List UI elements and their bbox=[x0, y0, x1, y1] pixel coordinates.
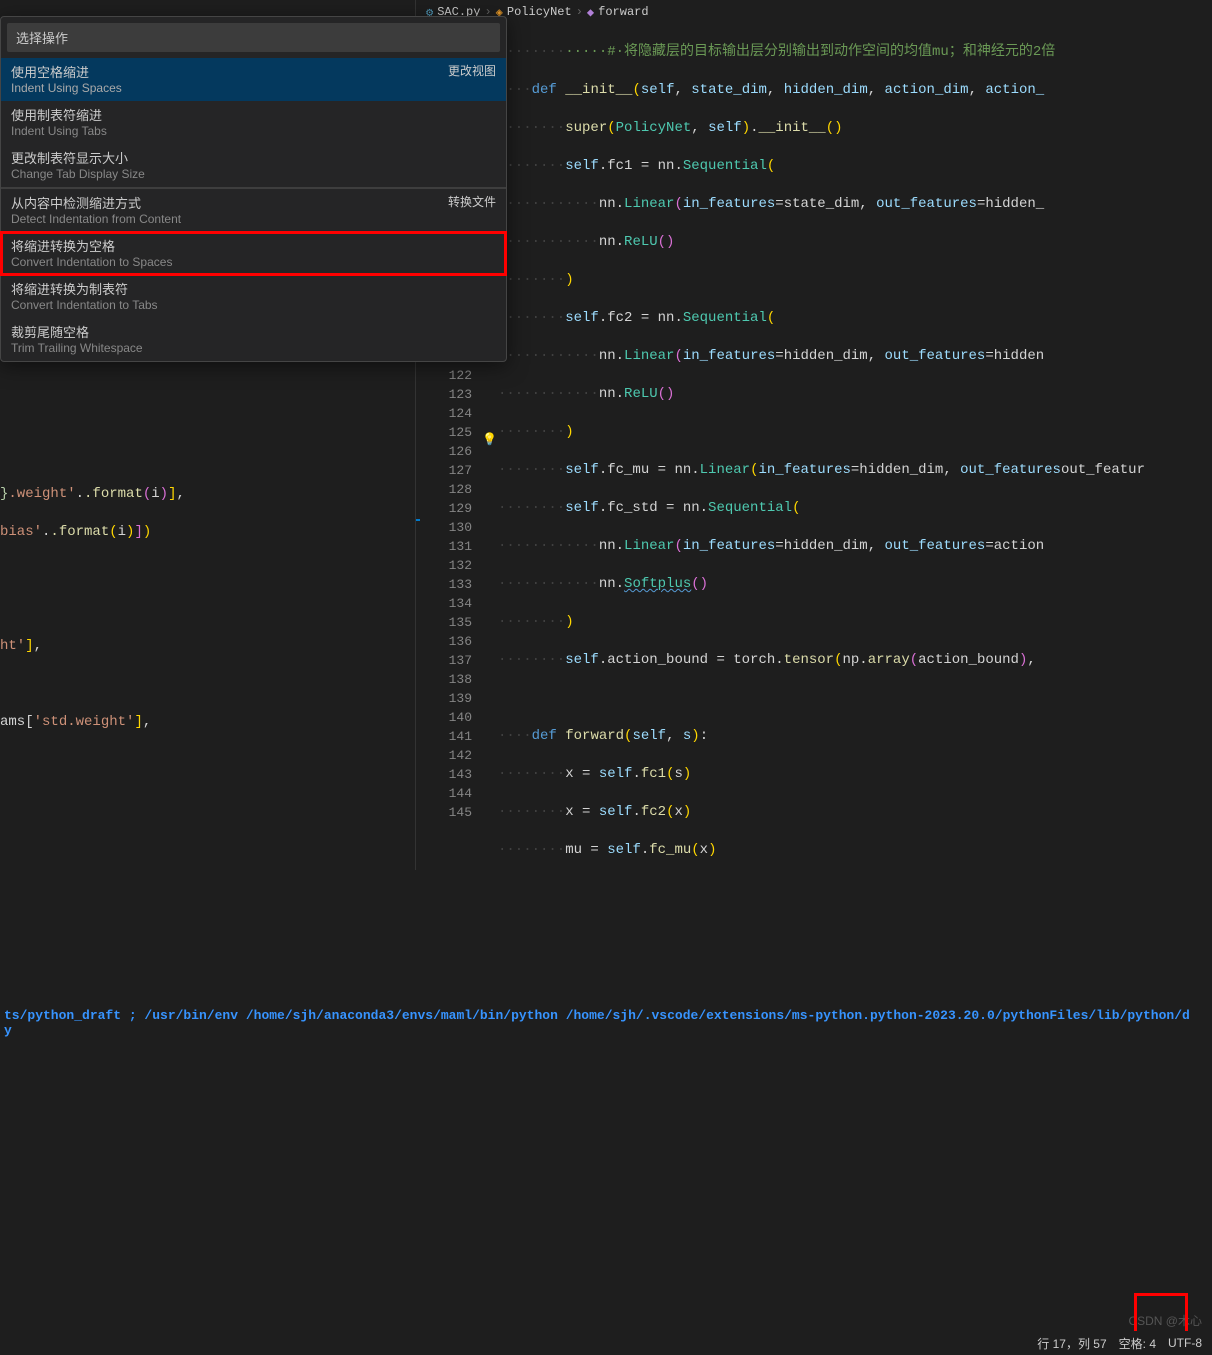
lightbulb-icon[interactable]: 💡 bbox=[482, 432, 497, 447]
line-number: 145 bbox=[416, 803, 472, 822]
method-icon: ◆ bbox=[587, 5, 594, 20]
terminal-panel[interactable]: ts/python_draft ; /usr/bin/env /home/sjh… bbox=[0, 1000, 1212, 1160]
line-number: 136 bbox=[416, 632, 472, 651]
line-number: 129 bbox=[416, 499, 472, 518]
status-indent[interactable]: 空格: 4 bbox=[1119, 1335, 1156, 1352]
code-area[interactable]: ·············#·将隐藏层的目标输出层分别输出到动作空间的均值mu；… bbox=[498, 24, 1212, 870]
status-cursor-pos[interactable]: 行 17，列 57 bbox=[1037, 1335, 1106, 1352]
chevron-right-icon: › bbox=[576, 5, 583, 19]
status-encoding[interactable]: UTF-8 bbox=[1168, 1336, 1202, 1350]
line-number: 137 bbox=[416, 651, 472, 670]
palette-item-2[interactable]: 更改制表符显示大小Change Tab Display Size bbox=[1, 144, 506, 187]
line-number: 133 bbox=[416, 575, 472, 594]
breadcrumb-method[interactable]: forward bbox=[598, 5, 648, 19]
command-palette: 选择操作 使用空格缩进更改视图Indent Using Spaces使用制表符缩… bbox=[0, 16, 507, 362]
palette-item-3[interactable]: 从内容中检测缩进方式转换文件Detect Indentation from Co… bbox=[1, 189, 506, 232]
line-number: 144 bbox=[416, 784, 472, 803]
line-number: 122 bbox=[416, 366, 472, 385]
right-editor: ⚙ SAC.py › ◈ PolicyNet › ◆ forward 11611… bbox=[415, 0, 1212, 870]
line-number: 132 bbox=[416, 556, 472, 575]
line-number: 140 bbox=[416, 708, 472, 727]
line-number: 128 bbox=[416, 480, 472, 499]
line-number: 125 bbox=[416, 423, 472, 442]
line-number: 135 bbox=[416, 613, 472, 632]
left-code-snippets: ers()) }.weight'..format(i)], bias'..for… bbox=[0, 314, 415, 870]
palette-search-input[interactable]: 选择操作 bbox=[7, 23, 500, 52]
line-number: 141 bbox=[416, 727, 472, 746]
line-number: 126 bbox=[416, 442, 472, 461]
line-number: 143 bbox=[416, 765, 472, 784]
line-number: 139 bbox=[416, 689, 472, 708]
fold-marker bbox=[416, 519, 420, 521]
line-number: 127 bbox=[416, 461, 472, 480]
line-number: 138 bbox=[416, 670, 472, 689]
palette-item-0[interactable]: 使用空格缩进更改视图Indent Using Spaces bbox=[1, 58, 506, 101]
line-number: 124 bbox=[416, 404, 472, 423]
palette-item-4[interactable]: 将缩进转换为空格Convert Indentation to Spaces bbox=[1, 232, 506, 275]
palette-item-6[interactable]: 裁剪尾随空格Trim Trailing Whitespace bbox=[1, 318, 506, 361]
line-number: 123 bbox=[416, 385, 472, 404]
palette-item-1[interactable]: 使用制表符缩进Indent Using Tabs bbox=[1, 101, 506, 144]
line-number: 134 bbox=[416, 594, 472, 613]
breadcrumb[interactable]: ⚙ SAC.py › ◈ PolicyNet › ◆ forward bbox=[416, 0, 1212, 24]
line-number: 142 bbox=[416, 746, 472, 765]
line-number: 130 bbox=[416, 518, 472, 537]
breadcrumb-class[interactable]: PolicyNet bbox=[507, 5, 572, 19]
line-number: 131 bbox=[416, 537, 472, 556]
statusbar: 行 17，列 57 空格: 4 UTF-8 bbox=[0, 1331, 1212, 1355]
palette-item-5[interactable]: 将缩进转换为制表符Convert Indentation to Tabs bbox=[1, 275, 506, 318]
terminal-output: ts/python_draft ; /usr/bin/env /home/sjh… bbox=[4, 1008, 1208, 1038]
